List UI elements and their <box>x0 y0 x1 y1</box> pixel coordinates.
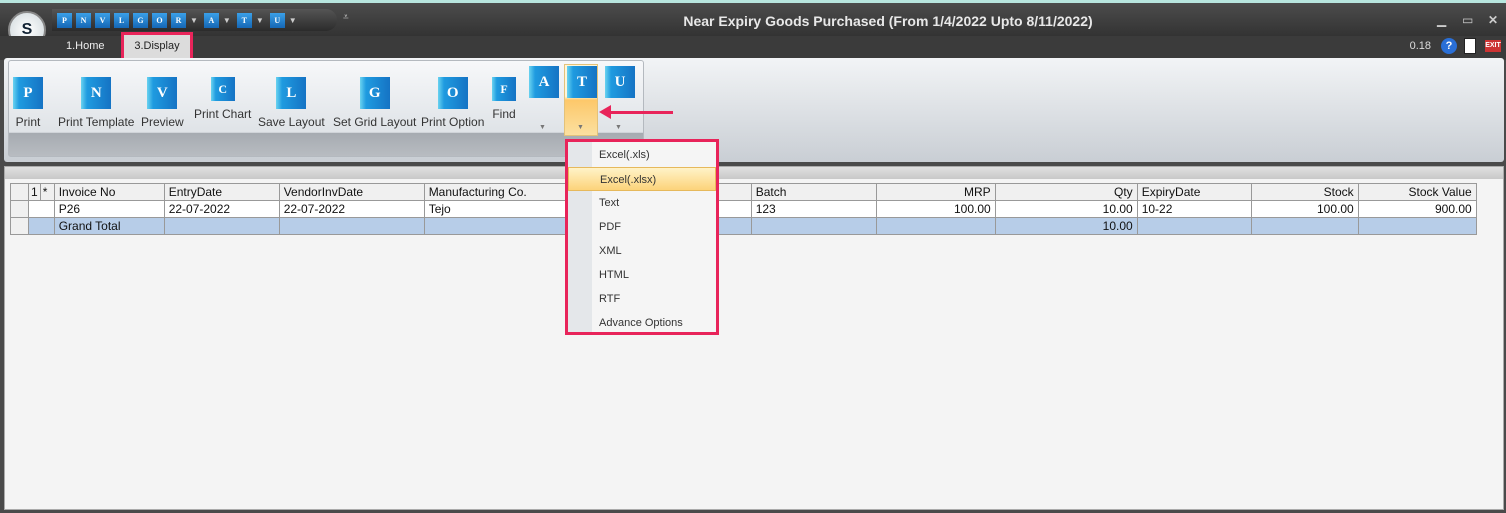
save-layout-label: Save Layout <box>258 115 325 129</box>
dropdown-a-icon[interactable]: A <box>529 66 559 98</box>
annotation-arrow <box>599 105 673 119</box>
report-area: 1 * Invoice No EntryDate VendorInvDate M… <box>4 166 1504 510</box>
cell <box>1250 217 1359 235</box>
print-button[interactable]: P Print <box>13 77 43 129</box>
menu-item-text[interactable]: Text <box>568 191 716 215</box>
menu-item-pdf[interactable]: PDF <box>568 215 716 239</box>
header-entry-date[interactable]: EntryDate <box>163 183 280 201</box>
cell-stock: 100.00 <box>1250 200 1359 218</box>
print-chart-button[interactable]: C Print Chart <box>194 71 251 121</box>
help-icon[interactable]: ? <box>1441 38 1457 54</box>
menu-item-xml[interactable]: XML <box>568 239 716 263</box>
document-icon[interactable] <box>1464 38 1476 54</box>
row-selector[interactable] <box>10 183 29 201</box>
tab-home[interactable]: 1.Home <box>66 40 105 52</box>
print-option-button[interactable]: O Print Option <box>421 77 484 129</box>
cell-invoice-no: P26 <box>53 200 165 218</box>
print-template-label: Print Template <box>58 115 135 129</box>
tab-display[interactable]: 3.Display <box>121 32 193 61</box>
header-cell[interactable]: 1 <box>28 183 41 201</box>
chevron-down-icon[interactable]: ▼ <box>577 124 584 131</box>
cell <box>1357 217 1477 235</box>
grid-toolbar-strip <box>5 167 1503 179</box>
cell <box>875 217 996 235</box>
find-button[interactable]: F Find <box>492 71 516 121</box>
find-icon: F <box>492 77 516 101</box>
chevron-down-icon[interactable]: ▼ <box>615 124 622 131</box>
chart-icon: C <box>210 77 235 101</box>
option-icon: O <box>437 77 468 109</box>
header-stock[interactable]: Stock <box>1250 183 1359 201</box>
menu-item-excel-xls[interactable]: Excel(.xls) <box>568 143 716 167</box>
maximize-icon[interactable]: ▭ <box>1462 13 1473 27</box>
find-label: Find <box>492 107 516 121</box>
set-grid-layout-label: Set Grid Layout <box>333 115 417 129</box>
grand-total-row: Grand Total 10.00 <box>10 217 1477 235</box>
header-cell[interactable]: * <box>39 183 55 201</box>
menu-item-html[interactable]: HTML <box>568 263 716 287</box>
minimize-icon[interactable]: ▁ <box>1437 13 1446 27</box>
dropdown-u-icon[interactable]: U <box>605 66 635 98</box>
grand-total-qty: 10.00 <box>994 217 1138 235</box>
cell-vendor-inv-date: 22-07-2022 <box>278 200 425 218</box>
print-icon: P <box>13 77 43 109</box>
header-manufacturing-co[interactable]: Manufacturing Co. <box>423 183 575 201</box>
table-row[interactable]: P26 22-07-2022 22-07-2022 Tejo 123 100.0… <box>10 200 1477 218</box>
header-expiry-date[interactable]: ExpiryDate <box>1136 183 1252 201</box>
menu-item-advance-options[interactable]: Advance Options <box>568 311 716 335</box>
cell <box>1136 217 1252 235</box>
print-option-label: Print Option <box>421 115 485 129</box>
menu-item-excel-xlsx[interactable]: Excel(.xlsx) <box>568 167 716 191</box>
ribbon-tabs: 1.Home 3.Display 0.18 ? EXIT <box>0 32 1506 61</box>
row-selector[interactable] <box>10 217 29 235</box>
cell-manufacturing-co: Tejo <box>423 200 575 218</box>
report-grid: 1 * Invoice No EntryDate VendorInvDate M… <box>10 183 1477 235</box>
preview-button[interactable]: V Preview <box>141 77 184 129</box>
print-label: Print <box>15 115 41 129</box>
exit-icon[interactable]: EXIT <box>1485 40 1501 52</box>
close-icon[interactable]: ✕ <box>1488 13 1498 27</box>
cell <box>423 217 575 235</box>
export-dropdown-menu: Excel(.xls) Excel(.xlsx) Text PDF XML HT… <box>565 139 719 335</box>
header-stock-value[interactable]: Stock Value <box>1357 183 1477 201</box>
header-mrp[interactable]: MRP <box>875 183 996 201</box>
preview-icon: V <box>147 77 178 109</box>
cell-qty: 10.00 <box>994 200 1138 218</box>
header-vendor-inv-date[interactable]: VendorInvDate <box>278 183 425 201</box>
cell-entry-date: 22-07-2022 <box>163 200 280 218</box>
cell-mrp: 100.00 <box>875 200 996 218</box>
print-chart-label: Print Chart <box>194 107 252 121</box>
grand-total-label: Grand Total <box>53 217 165 235</box>
header-invoice-no[interactable]: Invoice No <box>53 183 165 201</box>
menu-item-rtf[interactable]: RTF <box>568 287 716 311</box>
grid-icon: G <box>359 77 390 109</box>
chevron-down-icon[interactable]: ▼ <box>539 124 546 131</box>
cell <box>278 217 425 235</box>
layout-icon: L <box>276 77 307 109</box>
title-bar: S P N V L G O R ▼ A ▼ T ▼ U ▼ ⩡ Near Expiry … <box>0 0 1506 49</box>
template-icon: N <box>81 77 112 109</box>
cell <box>163 217 280 235</box>
grid-header-row: 1 * Invoice No EntryDate VendorInvDate M… <box>10 183 1477 201</box>
cell <box>750 217 877 235</box>
save-layout-button[interactable]: L Save Layout <box>258 77 325 129</box>
cell-batch: 123 <box>750 200 877 218</box>
header-batch[interactable]: Batch <box>750 183 877 201</box>
cell <box>28 200 55 218</box>
set-grid-layout-button[interactable]: G Set Grid Layout <box>333 77 416 129</box>
header-qty[interactable]: Qty <box>994 183 1138 201</box>
cell-stock-value: 900.00 <box>1357 200 1477 218</box>
preview-label: Preview <box>141 115 184 129</box>
print-template-button[interactable]: N Print Template <box>58 77 134 129</box>
row-selector[interactable] <box>10 200 29 218</box>
export-t-icon[interactable]: T <box>567 66 597 98</box>
cell-expiry-date: 10-22 <box>1136 200 1252 218</box>
version-label: 0.18 <box>1409 40 1431 52</box>
cell <box>28 217 55 235</box>
window-title: Near Expiry Goods Purchased (From 1/4/20… <box>683 13 1093 29</box>
